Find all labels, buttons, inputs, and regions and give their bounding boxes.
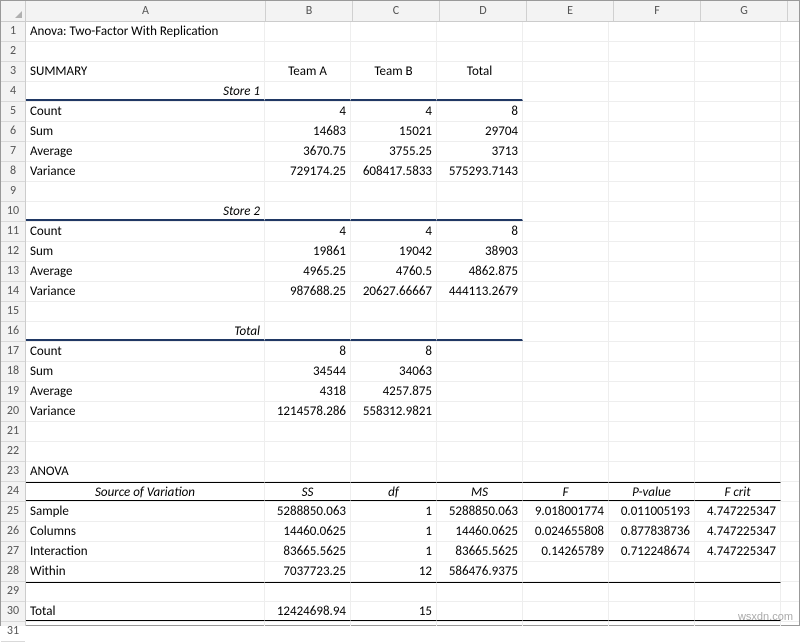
store1-count-c[interactable]: 4 (351, 102, 437, 121)
col-header-B[interactable]: B (266, 1, 353, 21)
row-header-22[interactable]: 22 (1, 442, 25, 462)
hdr-total[interactable]: Total (437, 62, 523, 81)
anova-hdr-ss[interactable]: SS (265, 482, 351, 501)
store1-var-label[interactable]: Variance (26, 162, 265, 181)
store1-count-label[interactable]: Count (26, 102, 265, 121)
row-header-18[interactable]: 18 (1, 362, 25, 382)
row-header-4[interactable]: 4 (1, 82, 25, 102)
grid[interactable]: Anova: Two-Factor With Replication SUMMA… (26, 22, 799, 626)
store1-avg-label[interactable]: Average (26, 142, 265, 161)
row-headers: 1234567891011121314151617181920212223242… (1, 22, 26, 626)
row-header-31[interactable]: 31 (1, 622, 25, 642)
col-header-D[interactable]: D (440, 1, 527, 21)
anova-hdr-f[interactable]: F (523, 482, 609, 501)
col-header-G[interactable]: G (701, 1, 788, 21)
store1-count-b[interactable]: 4 (265, 102, 351, 121)
row-header-23[interactable]: 23 (1, 462, 25, 482)
row-header-26[interactable]: 26 (1, 522, 25, 542)
hdr-teamB[interactable]: Team B (351, 62, 437, 81)
row-header-27[interactable]: 27 (1, 542, 25, 562)
col-header-F[interactable]: F (614, 1, 701, 21)
row-header-7[interactable]: 7 (1, 142, 25, 162)
hdr-teamA[interactable]: Team A (265, 62, 351, 81)
row-header-24[interactable]: 24 (1, 482, 25, 502)
row-header-17[interactable]: 17 (1, 342, 25, 362)
row-header-29[interactable]: 29 (1, 582, 25, 602)
row-header-1[interactable]: 1 (1, 22, 25, 42)
total-label[interactable]: Total (26, 322, 265, 341)
row-header-3[interactable]: 3 (1, 62, 25, 82)
store2-label[interactable]: Store 2 (26, 202, 265, 221)
row-header-13[interactable]: 13 (1, 262, 25, 282)
row-header-11[interactable]: 11 (1, 222, 25, 242)
store1-sum-label[interactable]: Sum (26, 122, 265, 141)
row-header-12[interactable]: 12 (1, 242, 25, 262)
column-headers: A B C D E F G (1, 1, 799, 22)
watermark: wsxdn.com (738, 611, 793, 623)
anova-hdr-ms[interactable]: MS (437, 482, 523, 501)
col-header-E[interactable]: E (527, 1, 614, 21)
row-header-20[interactable]: 20 (1, 402, 25, 422)
col-header-A[interactable]: A (26, 1, 266, 21)
store1-label[interactable]: Store 1 (26, 82, 265, 101)
anova-hdr-p[interactable]: P-value (609, 482, 695, 501)
row-header-30[interactable]: 30 (1, 602, 25, 622)
row-header-14[interactable]: 14 (1, 282, 25, 302)
anova-hdr-fcrit[interactable]: F crit (695, 482, 781, 501)
spreadsheet: A B C D E F G 12345678910111213141516171… (0, 0, 800, 626)
col-header-C[interactable]: C (353, 1, 440, 21)
row-header-6[interactable]: 6 (1, 122, 25, 142)
anova-hdr-df[interactable]: df (351, 482, 437, 501)
anova-hdr-sov[interactable]: Source of Variation (26, 482, 265, 501)
row-header-9[interactable]: 9 (1, 182, 25, 202)
row-header-16[interactable]: 16 (1, 322, 25, 342)
row-header-5[interactable]: 5 (1, 102, 25, 122)
row-header-21[interactable]: 21 (1, 422, 25, 442)
row-header-28[interactable]: 28 (1, 562, 25, 582)
row-header-8[interactable]: 8 (1, 162, 25, 182)
row-header-15[interactable]: 15 (1, 302, 25, 322)
row-header-19[interactable]: 19 (1, 382, 25, 402)
row-header-10[interactable]: 10 (1, 202, 25, 222)
row-header-25[interactable]: 25 (1, 502, 25, 522)
store1-count-d[interactable]: 8 (437, 102, 523, 121)
row-header-2[interactable]: 2 (1, 42, 25, 62)
summary-label[interactable]: SUMMARY (26, 62, 265, 81)
anova-label[interactable]: ANOVA (26, 462, 265, 481)
select-all-corner[interactable] (1, 1, 26, 21)
title-cell[interactable]: Anova: Two-Factor With Replication (26, 22, 265, 41)
